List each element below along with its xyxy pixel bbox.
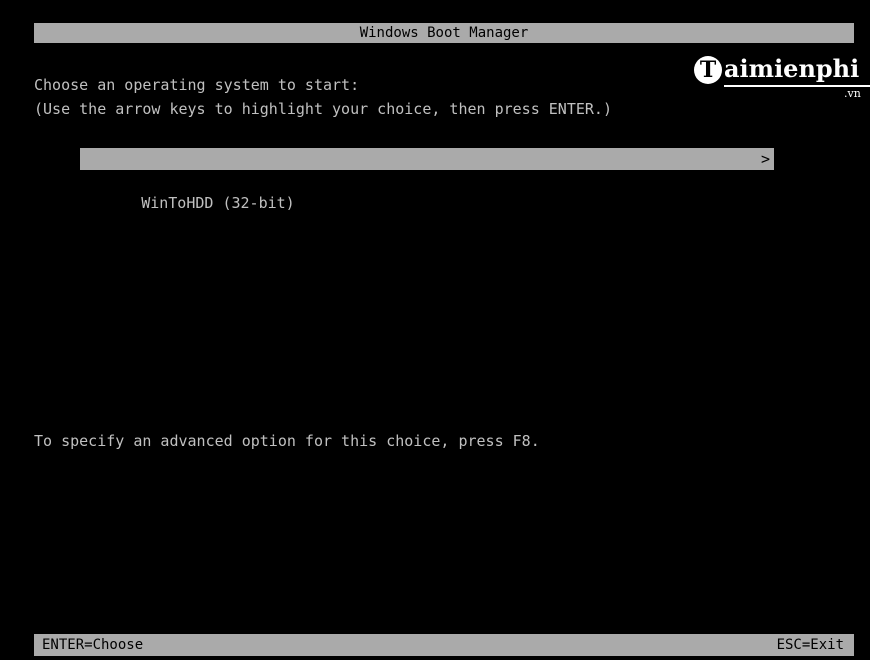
- watermark-logo: T aimienphi .vn: [694, 54, 870, 106]
- os-menu-item-32bit[interactable]: WinToHDD (32-bit): [80, 170, 774, 212]
- watermark-domain: .vn: [844, 87, 861, 100]
- window-title-bar: Windows Boot Manager: [34, 23, 854, 43]
- os-menu-item-label: WinToHDD (32-bit): [141, 194, 295, 212]
- prompt-instructions: (Use the arrow keys to highlight your ch…: [34, 100, 612, 118]
- esc-exit-hint: ESC=Exit: [776, 637, 844, 653]
- os-menu: WinToHDD (64-bit) > WinToHDD (32-bit): [80, 148, 774, 212]
- chevron-right-icon: >: [760, 150, 770, 168]
- status-bar: ENTER=Choose ESC=Exit: [34, 634, 854, 656]
- advanced-option-hint: To specify an advanced option for this c…: [34, 432, 540, 450]
- boot-manager-screen: Windows Boot Manager T aimienphi .vn Cho…: [0, 0, 870, 660]
- watermark-text: aimienphi: [724, 54, 860, 83]
- window-title: Windows Boot Manager: [359, 25, 529, 41]
- os-menu-item-64bit[interactable]: WinToHDD (64-bit) >: [80, 148, 774, 190]
- enter-choose-hint: ENTER=Choose: [42, 637, 144, 653]
- prompt-heading: Choose an operating system to start:: [34, 76, 360, 94]
- watermark-logo-icon: T: [694, 56, 722, 84]
